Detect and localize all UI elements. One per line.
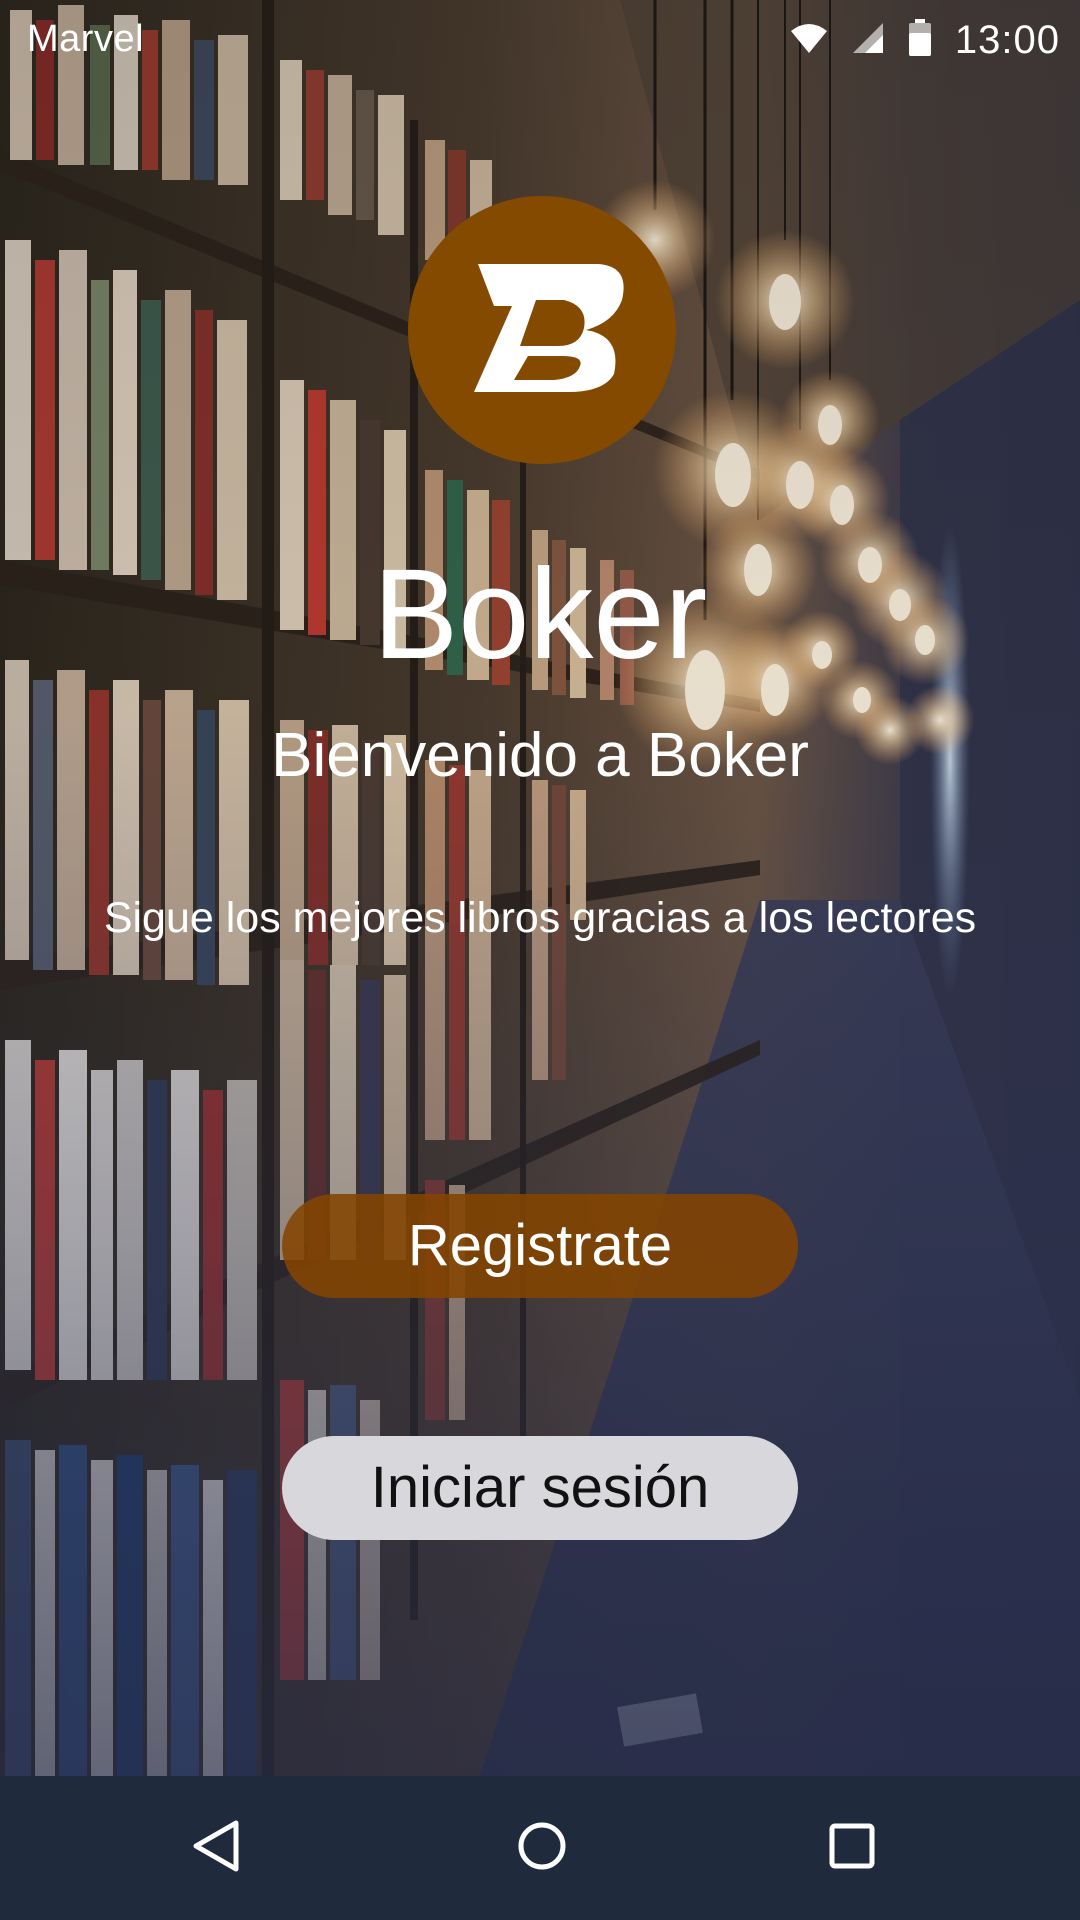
status-icons: 13:00 — [789, 14, 1060, 66]
home-icon — [517, 1821, 567, 1876]
signal-icon — [851, 21, 885, 60]
register-button[interactable]: Registrate — [282, 1194, 798, 1298]
navigation-bar — [0, 1776, 1080, 1920]
carrier-name: Marvel — [27, 18, 145, 60]
app-logo — [408, 196, 676, 464]
status-bar: Marvel 13:00 — [0, 0, 1080, 80]
home-button[interactable] — [506, 1812, 578, 1884]
app-title: Boker — [372, 543, 708, 686]
tagline-text: Sigue los mejores libros gracias a los l… — [103, 894, 977, 942]
status-time: 13:00 — [954, 17, 1060, 62]
recents-icon — [828, 1822, 876, 1875]
welcome-heading: Bienvenido a Boker — [271, 721, 809, 790]
back-icon — [190, 1819, 242, 1878]
battery-icon — [907, 18, 933, 62]
welcome-screen: Marvel 13:00 Boker Bienvenido a Boker Si… — [0, 0, 1080, 1920]
recents-button[interactable] — [816, 1812, 888, 1884]
back-button[interactable] — [180, 1812, 252, 1884]
login-button[interactable]: Iniciar sesión — [282, 1436, 798, 1540]
wifi-icon — [789, 21, 829, 60]
